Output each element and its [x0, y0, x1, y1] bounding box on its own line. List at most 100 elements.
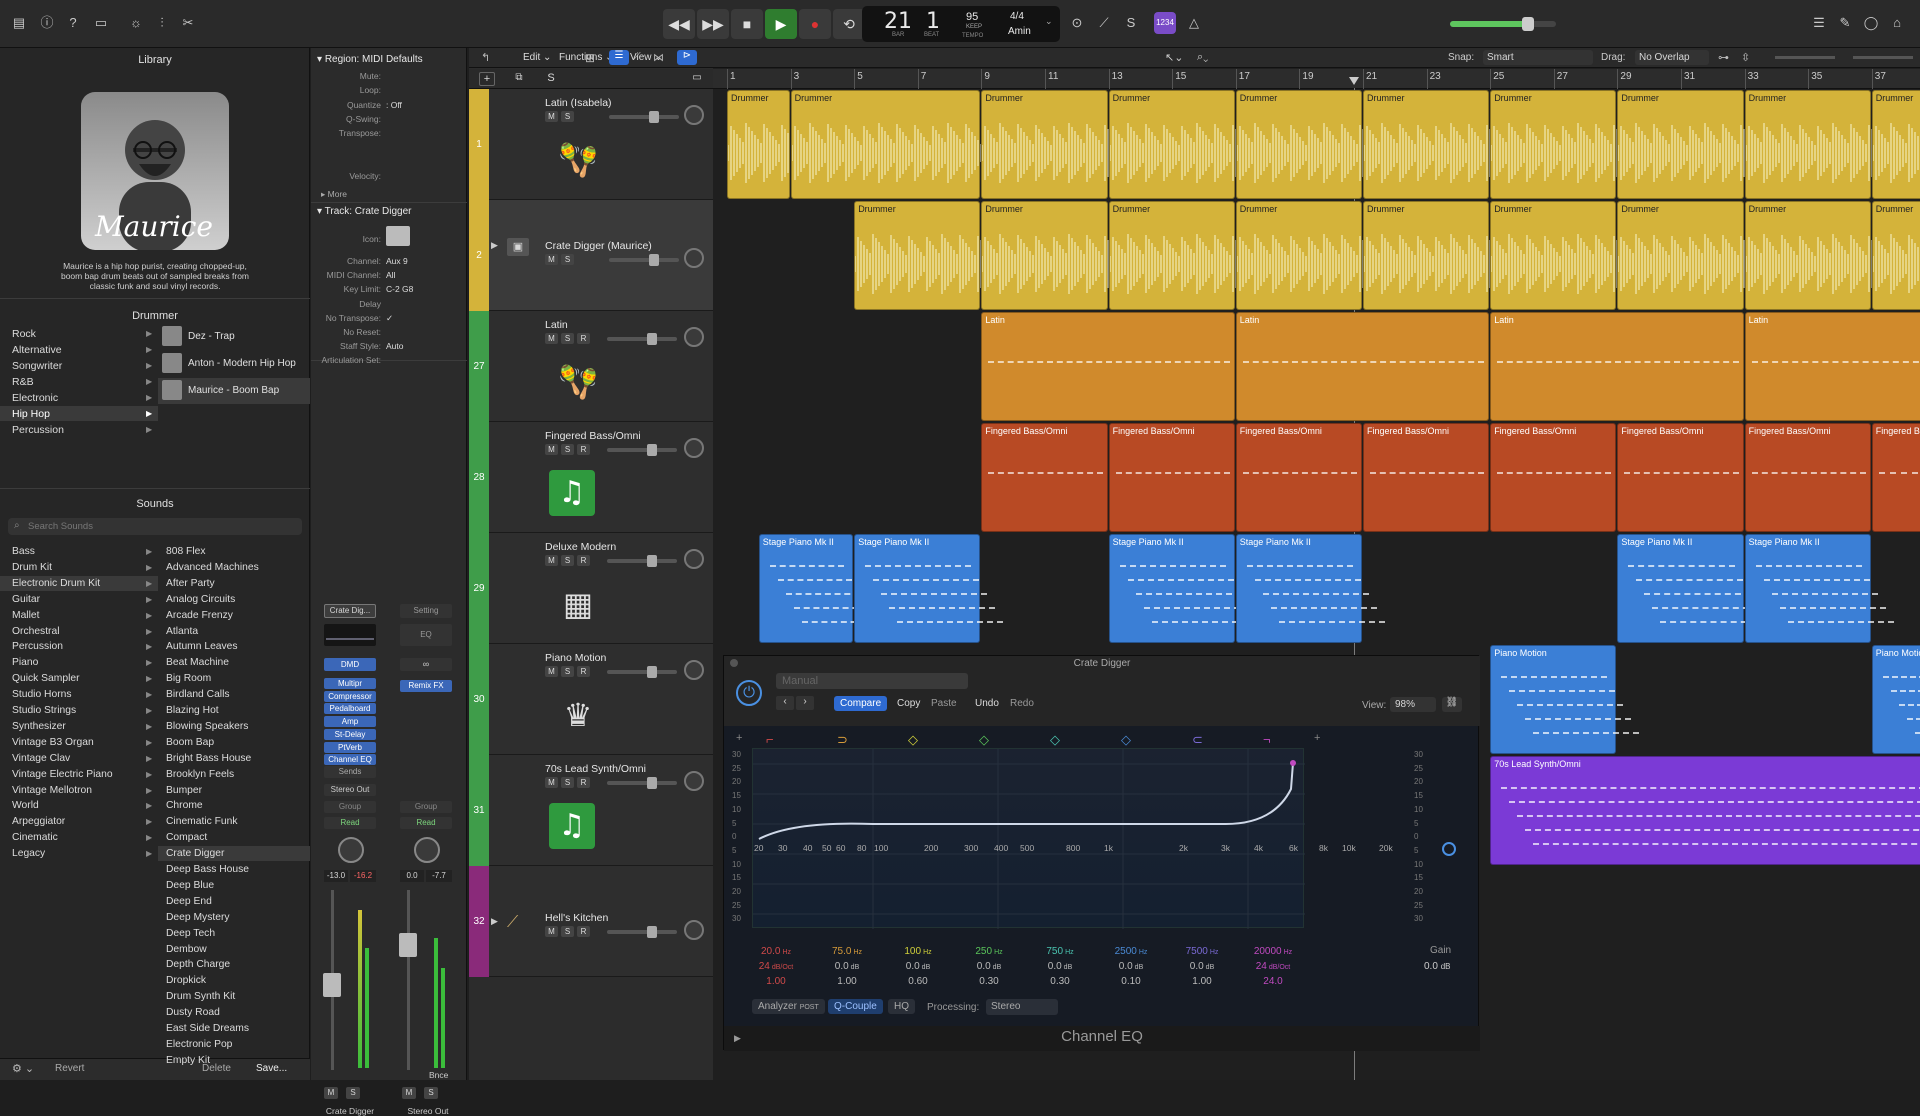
drummer-region[interactable]: Drummer — [1744, 201, 1872, 310]
sound-item[interactable]: Atlanta — [166, 626, 198, 637]
mute-button[interactable]: M — [545, 666, 558, 677]
stop-button[interactable]: ■ — [731, 9, 763, 39]
eq-band-q[interactable]: 1.00 — [1172, 976, 1232, 987]
drummer-region[interactable]: Drummer — [854, 201, 982, 310]
rewind-button[interactable]: ◀◀ — [663, 9, 695, 39]
sound-category-item[interactable]: Vintage B3 Organ — [12, 737, 94, 748]
track-param-value[interactable]: Auto — [386, 341, 404, 351]
track-header[interactable]: 27 Latin M S R 🪇 — [469, 311, 713, 422]
sound-category-item[interactable]: Vintage Clav — [12, 753, 70, 764]
eq-next-preset-icon[interactable]: › — [796, 696, 814, 710]
piano-region[interactable]: Stage Piano Mk II — [758, 534, 877, 643]
sound-category-item[interactable]: Vintage Mellotron — [12, 785, 92, 796]
mute-button[interactable]: M — [545, 111, 558, 122]
track-volume-slider[interactable] — [607, 930, 677, 934]
disclosure-icon[interactable]: ▶ — [491, 916, 498, 927]
eq-power-icon[interactable]: ⏻ — [736, 680, 762, 706]
global-tracks-icon[interactable]: ▭ — [689, 72, 705, 86]
master-volume-slider[interactable] — [1450, 17, 1556, 31]
sound-category-item[interactable]: Electronic Drum Kit — [12, 578, 100, 589]
eq-q-couple-button[interactable]: Q-Couple — [828, 999, 883, 1014]
disclosure-icon[interactable]: ▶ — [491, 240, 503, 254]
lcd-display[interactable]: 21 1 BAR BEAT 95 KEEP TEMPO 4/4 Amin — [862, 6, 1060, 42]
track-pan-knob[interactable] — [684, 920, 704, 940]
mute-button[interactable]: M — [545, 926, 558, 937]
eq-band-icon[interactable]: ⊂ — [1192, 732, 1203, 748]
solo-button[interactable]: S — [561, 555, 574, 566]
eq-hq-button[interactable]: HQ — [888, 999, 915, 1014]
sound-item[interactable]: Blazing Hot — [166, 705, 219, 716]
drummer-region[interactable]: Drummer — [981, 90, 1109, 199]
strip2-link-icon[interactable]: ∞ — [400, 658, 452, 671]
drag-select[interactable]: No Overlap — [1635, 50, 1709, 65]
strip1-setting-button[interactable]: Crate Dig... — [324, 604, 376, 618]
sound-item[interactable]: Big Room — [166, 673, 211, 684]
bar-ruler[interactable]: 1 3 5 7 9 11 13 15 17 19 21 23 25 27 29 31 33 35 37 — [713, 69, 1920, 89]
sound-category-item[interactable]: Arpeggiator — [12, 816, 65, 827]
track-param-value[interactable]: C-2 G8 — [386, 284, 413, 294]
eq-band-gain[interactable]: 24 dB/Oct — [746, 961, 806, 972]
sound-item[interactable]: Beat Machine — [166, 657, 229, 668]
track-param-value[interactable]: All — [386, 270, 395, 280]
sound-category-item[interactable]: Percussion — [12, 641, 63, 652]
eq-copy-button[interactable]: Copy — [891, 696, 926, 711]
piano-region[interactable]: Stage Piano Mk II — [854, 534, 1004, 643]
mute-button[interactable]: M — [545, 444, 558, 455]
strip1-solo-button[interactable]: S — [346, 1087, 360, 1099]
latin-region[interactable]: Latin — [981, 312, 1235, 421]
sound-category-item[interactable]: Orchestral — [12, 626, 60, 637]
sound-item[interactable]: Dembow — [166, 944, 207, 955]
strip1-fader[interactable] — [323, 973, 341, 997]
track-pan-knob[interactable] — [684, 438, 704, 458]
eq-band-icon[interactable]: ◇ — [1121, 732, 1131, 748]
eq-band-gain[interactable]: 0.0 dB — [959, 961, 1019, 972]
record-enable-button[interactable]: R — [577, 777, 590, 788]
track-stack-icon[interactable]: ⧉ — [511, 72, 527, 86]
sound-item[interactable]: Deep Bass House — [166, 864, 249, 875]
drummer-region[interactable]: Drummer — [1871, 201, 1920, 310]
drummer-region[interactable]: Drummer — [1108, 201, 1236, 310]
drummer-region[interactable]: Drummer — [1871, 90, 1920, 199]
eq-add-band-icon[interactable]: + — [1314, 732, 1320, 744]
piano-motion-region[interactable]: Piano Motion — [1871, 645, 1920, 754]
eq-band-icon[interactable]: ⊃ — [837, 732, 848, 748]
bass-region[interactable]: Fingered Bas — [1871, 423, 1920, 532]
sound-item[interactable]: Compact — [166, 832, 207, 843]
eq-band-icon[interactable]: ⌐ — [766, 732, 774, 747]
solo-button[interactable]: S — [561, 777, 574, 788]
count-in-button[interactable]: 1234 — [1154, 12, 1176, 34]
strip2-automation-mode[interactable]: Read — [400, 817, 452, 829]
sound-category-item[interactable]: Mallet — [12, 610, 39, 621]
eq-band-gain[interactable]: 0.0 dB — [1101, 961, 1161, 972]
eq-band-frequency[interactable]: 20.0 Hz — [746, 946, 806, 957]
sound-item[interactable]: Analog Circuits — [166, 594, 235, 605]
strip2-mute-button[interactable]: M — [402, 1087, 416, 1099]
eq-band-q[interactable]: 0.30 — [959, 976, 1019, 987]
track-volume-slider[interactable] — [607, 670, 677, 674]
sound-item[interactable]: Boom Bap — [166, 737, 214, 748]
sound-item[interactable]: Crate Digger — [166, 848, 224, 859]
drummer-region[interactable]: Drummer — [1617, 201, 1745, 310]
track-volume-handle[interactable] — [647, 555, 657, 567]
strip1-plugin-slot[interactable]: Channel EQ — [324, 754, 376, 766]
eq-band-q[interactable]: 1.00 — [746, 976, 806, 987]
mute-button[interactable]: M — [545, 254, 558, 265]
mixer-icon[interactable]: ⫶ — [151, 12, 173, 34]
eq-gain-knob[interactable] — [1442, 842, 1456, 856]
eq-undo-button[interactable]: Undo — [969, 696, 1005, 711]
bass-region[interactable]: Fingered Bass/Omni — [981, 423, 1108, 532]
track-volume-handle[interactable] — [649, 111, 659, 123]
bass-region[interactable]: Fingered Bass/Omni — [1617, 423, 1744, 532]
track-volume-handle[interactable] — [647, 666, 657, 678]
mute-button[interactable]: M — [545, 777, 558, 788]
catch-icon[interactable]: ⊳ — [677, 50, 697, 65]
master-volume-handle[interactable] — [1522, 17, 1534, 31]
piano-region[interactable]: Stage Piano Mk II — [1108, 534, 1258, 643]
eq-redo-button[interactable]: Redo — [1004, 696, 1040, 711]
latin-region[interactable]: Latin — [1490, 312, 1744, 421]
track-header[interactable]: 31 70s Lead Synth/Omni M S R ♫ — [469, 755, 713, 866]
sound-category-item[interactable]: Piano — [12, 657, 38, 668]
track-header[interactable]: 1 Latin (Isabela) M S 🪇 — [469, 89, 713, 200]
eq-link-icon[interactable]: ⛓ — [1442, 697, 1462, 712]
strip1-eq-thumbnail[interactable] — [324, 624, 376, 646]
